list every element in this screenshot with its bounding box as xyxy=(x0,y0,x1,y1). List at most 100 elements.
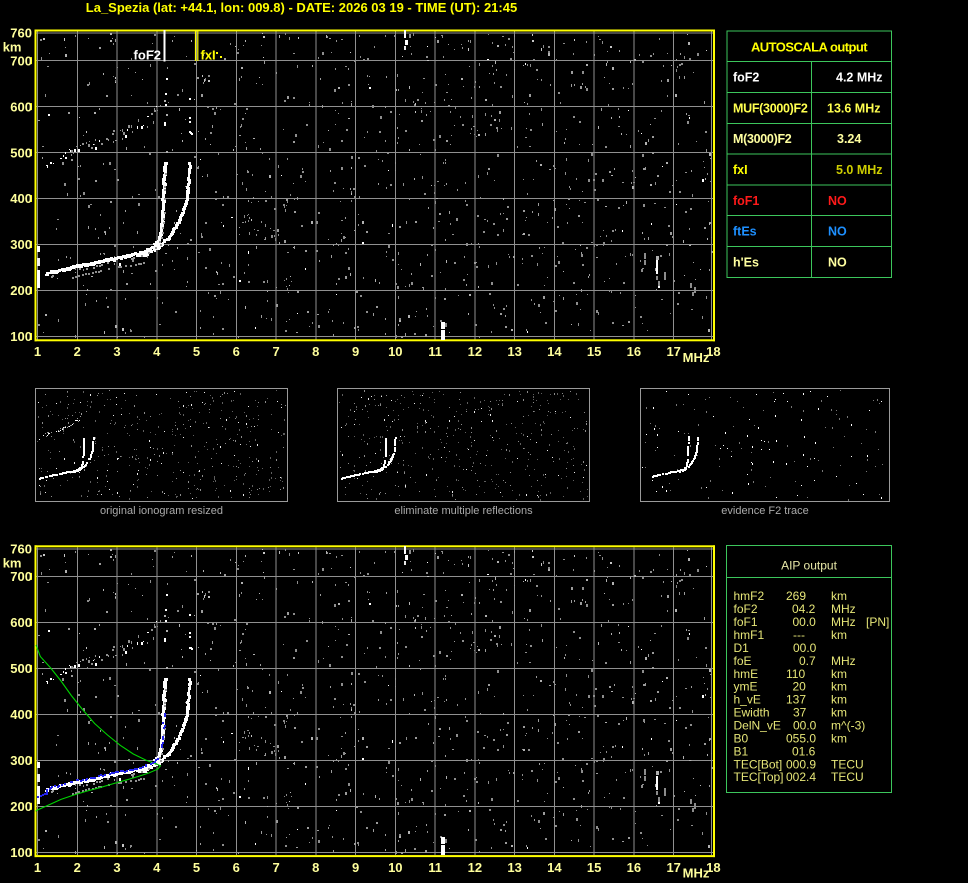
svg-text:8: 8 xyxy=(312,344,319,359)
svg-text:4: 4 xyxy=(153,860,161,875)
svg-text:14: 14 xyxy=(547,860,562,875)
svg-text:AUTOSCALA output: AUTOSCALA output xyxy=(751,40,868,55)
svg-text:11: 11 xyxy=(428,860,442,875)
svg-text:La_Spezia (lat: +44.1, lon: 00: La_Spezia (lat: +44.1, lon: 009.8) - DAT… xyxy=(86,0,517,15)
svg-text:4: 4 xyxy=(153,344,161,359)
svg-text:3.24: 3.24 xyxy=(837,132,861,146)
svg-text:000.9: 000.9 xyxy=(786,757,816,771)
svg-text:AIP output: AIP output xyxy=(781,559,837,573)
svg-text:[PN]: [PN] xyxy=(866,615,889,629)
svg-text:DelN_vE: DelN_vE xyxy=(734,719,781,733)
svg-text:8: 8 xyxy=(312,860,319,875)
svg-text:11: 11 xyxy=(428,344,442,359)
svg-text:km: km xyxy=(831,706,847,720)
svg-text:hmF2: hmF2 xyxy=(734,589,765,603)
svg-text:eliminate multiple reflections: eliminate multiple reflections xyxy=(394,505,533,517)
svg-text:D1: D1 xyxy=(734,641,750,655)
svg-text:h'Es: h'Es xyxy=(733,255,759,269)
svg-text:0.7: 0.7 xyxy=(799,654,816,668)
svg-text:3: 3 xyxy=(113,860,120,875)
svg-text:km: km xyxy=(831,731,847,745)
svg-text:5: 5 xyxy=(193,344,200,359)
svg-text:16: 16 xyxy=(627,860,641,875)
svg-text:1: 1 xyxy=(34,860,41,875)
svg-text:15: 15 xyxy=(587,860,601,875)
svg-text:137: 137 xyxy=(786,693,806,707)
svg-text:17: 17 xyxy=(666,860,680,875)
svg-text:M(3000)F2: M(3000)F2 xyxy=(733,132,792,146)
svg-text:km: km xyxy=(831,667,847,681)
svg-text:km: km xyxy=(3,40,22,55)
svg-text:00.0: 00.0 xyxy=(793,641,817,655)
svg-text:km: km xyxy=(3,556,22,571)
svg-text:110: 110 xyxy=(786,667,805,681)
svg-text:15: 15 xyxy=(587,344,601,359)
svg-text:5.0 MHz: 5.0 MHz xyxy=(836,163,883,177)
svg-text:foF1: foF1 xyxy=(733,194,759,208)
svg-text:16: 16 xyxy=(627,344,641,359)
svg-text:10: 10 xyxy=(388,344,402,359)
svg-text:MHz: MHz xyxy=(683,350,710,365)
svg-text:9: 9 xyxy=(352,860,359,875)
svg-text:MUF(3000)F2: MUF(3000)F2 xyxy=(733,101,808,115)
svg-text:200: 200 xyxy=(10,283,32,298)
svg-text:700: 700 xyxy=(10,53,32,68)
svg-text:MHz: MHz xyxy=(831,602,856,616)
svg-text:TEC[Top]: TEC[Top] xyxy=(734,770,784,784)
svg-text:1: 1 xyxy=(34,344,41,359)
svg-text:37: 37 xyxy=(793,706,807,720)
svg-text:km: km xyxy=(831,680,847,694)
svg-text:9: 9 xyxy=(352,344,359,359)
svg-text:m^(-3): m^(-3) xyxy=(831,719,865,733)
svg-text:100: 100 xyxy=(10,329,32,344)
svg-text:Ewidth: Ewidth xyxy=(734,706,770,720)
svg-text:km: km xyxy=(831,693,847,707)
svg-text:055.0: 055.0 xyxy=(786,731,816,745)
svg-text:600: 600 xyxy=(10,99,32,114)
svg-text:7: 7 xyxy=(272,860,279,875)
svg-text:NO: NO xyxy=(828,194,847,208)
svg-text:foF2: foF2 xyxy=(134,48,161,63)
svg-text:17: 17 xyxy=(666,344,680,359)
svg-text:13: 13 xyxy=(507,860,521,875)
svg-text:01.6: 01.6 xyxy=(792,744,816,758)
svg-text:500: 500 xyxy=(10,661,32,676)
svg-text:hmE: hmE xyxy=(734,667,759,681)
svg-text:6: 6 xyxy=(233,860,240,875)
svg-text:MHz: MHz xyxy=(831,615,856,629)
svg-text:12: 12 xyxy=(468,860,482,875)
svg-text:hmF1: hmF1 xyxy=(734,628,765,642)
svg-text:B0: B0 xyxy=(734,731,749,745)
svg-text:2: 2 xyxy=(74,860,81,875)
svg-text:100: 100 xyxy=(10,845,32,860)
svg-text:300: 300 xyxy=(10,753,32,768)
svg-text:NO: NO xyxy=(828,225,847,239)
svg-text:10: 10 xyxy=(388,860,402,875)
svg-text:evidence F2 trace: evidence F2 trace xyxy=(721,505,808,517)
svg-text:original ionogram resized: original ionogram resized xyxy=(100,505,223,517)
svg-text:300: 300 xyxy=(10,237,32,252)
svg-text:km: km xyxy=(831,628,847,642)
svg-text:00.0: 00.0 xyxy=(793,719,817,733)
svg-text:TEC[Bot]: TEC[Bot] xyxy=(734,757,783,771)
svg-text:ymE: ymE xyxy=(734,680,758,694)
svg-text:fxI: fxI xyxy=(733,163,748,177)
svg-text:00.0: 00.0 xyxy=(793,615,817,629)
svg-text:3: 3 xyxy=(113,344,120,359)
svg-text:600: 600 xyxy=(10,615,32,630)
svg-text:500: 500 xyxy=(10,145,32,160)
svg-text:foF2: foF2 xyxy=(733,71,759,85)
svg-text:760: 760 xyxy=(10,542,32,557)
svg-text:km: km xyxy=(831,589,847,603)
svg-text:700: 700 xyxy=(10,569,32,584)
svg-text:13.6 MHz: 13.6 MHz xyxy=(827,101,881,115)
svg-text:h_vE: h_vE xyxy=(734,693,761,707)
svg-text:12: 12 xyxy=(468,344,482,359)
svg-text:002.4: 002.4 xyxy=(786,770,816,784)
svg-text:4.2 MHz: 4.2 MHz xyxy=(836,71,883,85)
svg-text:ftEs: ftEs xyxy=(733,225,757,239)
svg-text:400: 400 xyxy=(10,191,32,206)
svg-text:2: 2 xyxy=(74,344,81,359)
svg-text:14: 14 xyxy=(547,344,562,359)
svg-text:20: 20 xyxy=(793,680,807,694)
